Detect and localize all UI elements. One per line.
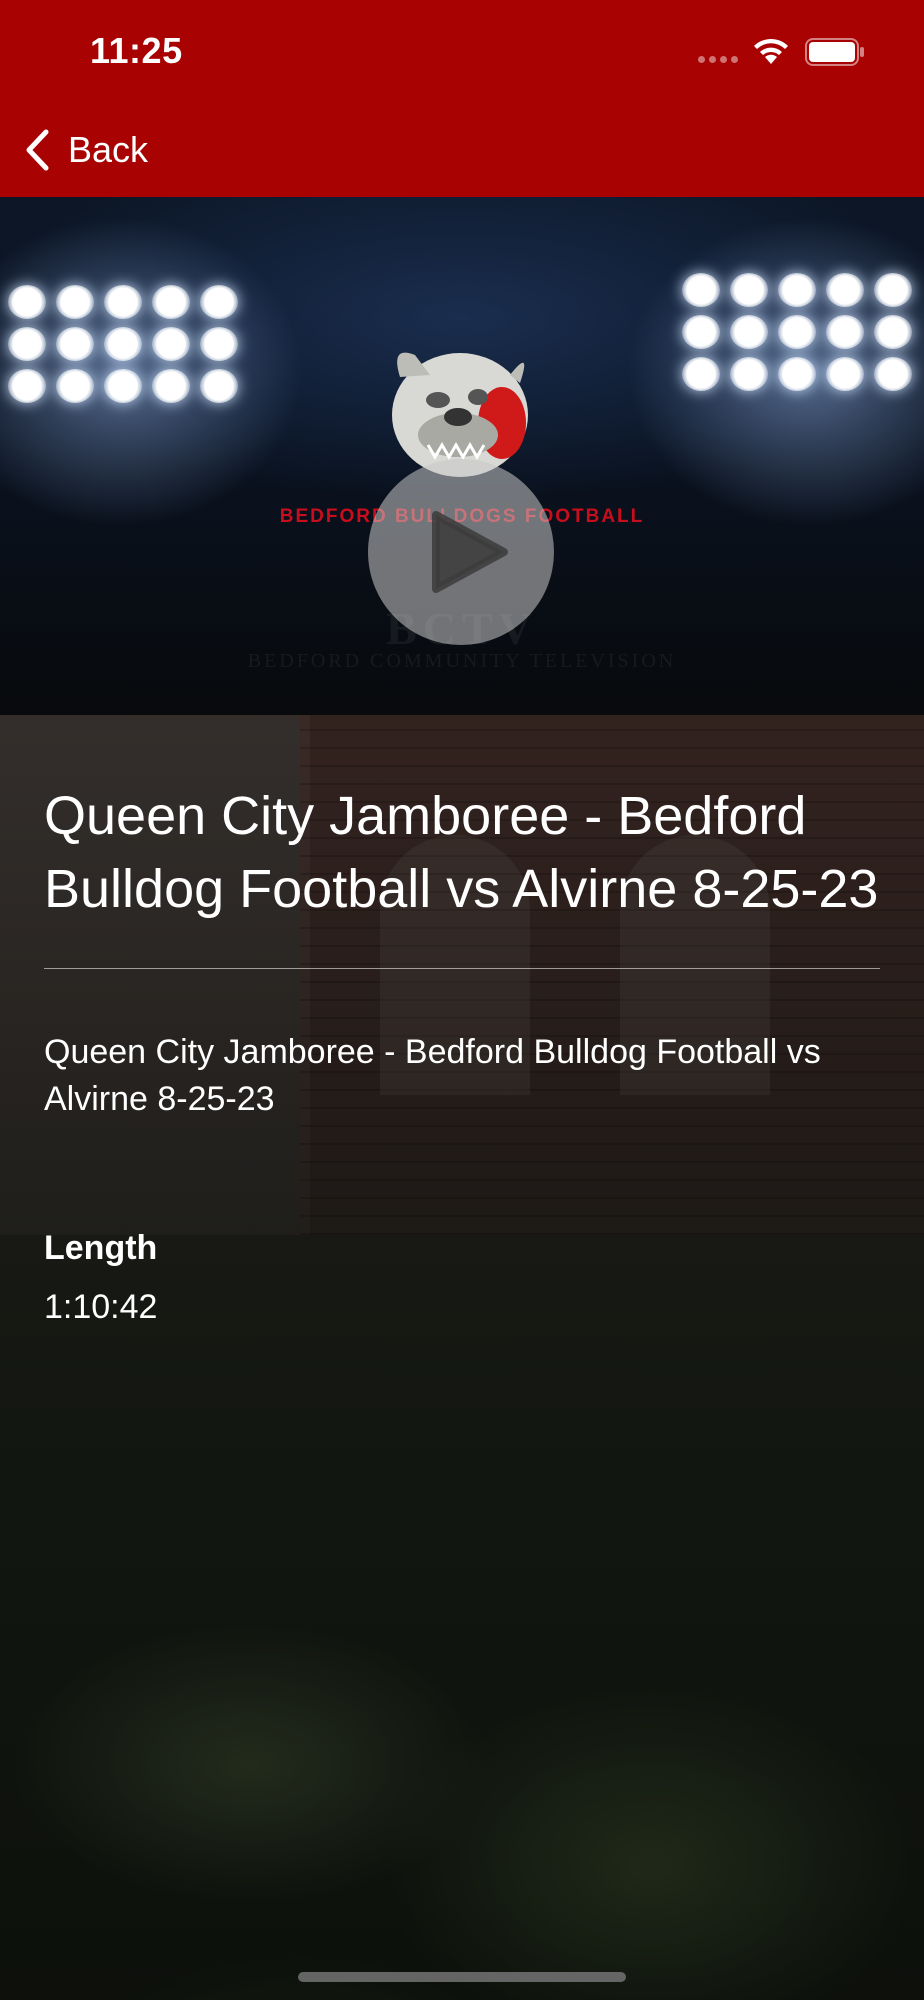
- stadium-lights-left: [8, 285, 238, 403]
- length-value: 1:10:42: [44, 1288, 158, 1326]
- watermark-subtitle: BEDFORD COMMUNITY TELEVISION: [247, 650, 677, 672]
- video-title: Queen City Jamboree - Bedford Bulldog Fo…: [44, 786, 879, 919]
- back-label: Back: [68, 129, 149, 170]
- cellular-signal-icon: [698, 56, 738, 63]
- video-player[interactable]: BEDFORD BULLDOGS FOOTBALL BCTV BEDFORD C…: [0, 197, 924, 715]
- status-time: 11:25: [90, 30, 183, 71]
- stadium-lights-right: [682, 273, 912, 391]
- play-icon: [432, 511, 508, 593]
- back-button[interactable]: Back: [24, 122, 148, 178]
- video-details: Queen City Jamboree - Bedford Bulldog Fo…: [44, 780, 880, 1327]
- length-label: Length: [44, 1229, 158, 1267]
- battery-icon: [805, 38, 864, 66]
- app-header: 11:25 Back: [0, 0, 924, 197]
- play-button[interactable]: [368, 459, 554, 645]
- video-description: Queen City Jamboree - Bedford Bulldog Fo…: [44, 1033, 821, 1118]
- chevron-left-icon: [26, 129, 49, 171]
- divider: [44, 968, 880, 969]
- wifi-icon: [754, 38, 788, 64]
- home-indicator[interactable]: [298, 1972, 626, 1982]
